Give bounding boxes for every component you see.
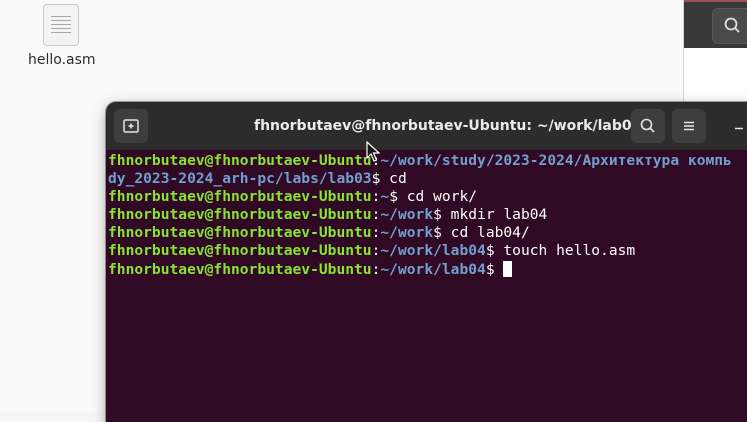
hamburger-menu-icon[interactable] <box>672 109 706 143</box>
desktop-file-hello-asm[interactable]: hello.asm <box>28 4 96 68</box>
mouse-pointer-icon <box>366 141 380 162</box>
terminal-output[interactable]: fhnorbutaev@fhnorbutaev-Ubuntu:~/work/st… <box>106 150 747 422</box>
terminal-line: fhnorbutaev@fhnorbutaev-Ubuntu:~/work/la… <box>108 242 636 260</box>
terminal-line: dy_2023-2024_arh-pc/labs/lab03$ cd <box>108 170 407 188</box>
text-cursor <box>503 260 513 277</box>
minimize-icon[interactable] <box>722 109 747 143</box>
terminal-line: fhnorbutaev@fhnorbutaev-Ubuntu:~$ cd wor… <box>108 188 478 206</box>
terminal-line: fhnorbutaev@fhnorbutaev-Ubuntu:~/work$ c… <box>108 224 530 242</box>
search-icon[interactable] <box>712 8 747 44</box>
terminal-line: fhnorbutaev@fhnorbutaev-Ubuntu:~/work$ m… <box>108 206 548 224</box>
terminal-prompt-line[interactable]: fhnorbutaev@fhnorbutaev-Ubuntu:~/work/la… <box>108 260 747 279</box>
text-file-icon <box>43 4 79 46</box>
terminal-titlebar[interactable]: fhnorbutaev@fhnorbutaev-Ubuntu: ~/work/l… <box>106 102 747 151</box>
terminal-window[interactable]: fhnorbutaev@fhnorbutaev-Ubuntu: ~/work/l… <box>106 102 747 422</box>
terminal-line: fhnorbutaev@fhnorbutaev-Ubuntu:~/work/st… <box>108 152 732 169</box>
search-icon[interactable] <box>631 109 665 143</box>
new-tab-icon[interactable] <box>114 109 148 143</box>
file-name-label: hello.asm <box>28 52 96 68</box>
terminal-title: fhnorbutaev@fhnorbutaev-Ubuntu: ~/work/l… <box>254 118 642 134</box>
